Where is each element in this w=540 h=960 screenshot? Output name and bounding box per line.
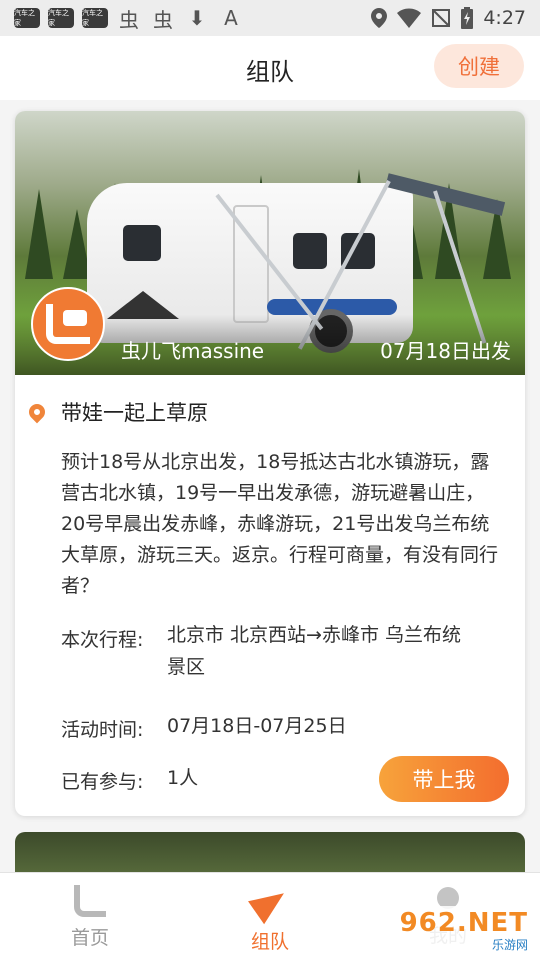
- route-value: 北京市 北京西站→赤峰市 乌兰布统景区: [167, 624, 461, 678]
- download-icon: ⬇: [188, 6, 206, 30]
- route-label: 本次行程:: [61, 629, 144, 651]
- home-icon: [74, 885, 106, 917]
- status-bar: 汽车之家 汽车之家 汽车之家 虫 虫 ⬇ A 4:27: [0, 0, 540, 36]
- wifi-icon: [397, 8, 422, 28]
- app-notification-icon: 汽车之家: [14, 8, 40, 28]
- trip-title-row: 带娃一起上草原: [25, 397, 208, 427]
- top-app-bar: 组队 创建: [0, 36, 540, 100]
- create-button[interactable]: 创建: [434, 44, 524, 88]
- participants-label: 已有参与:: [61, 771, 144, 793]
- tab-home-label: 首页: [70, 927, 109, 949]
- time-value: 07月18日-07月25日: [167, 715, 347, 737]
- avatar[interactable]: [31, 287, 105, 361]
- site-watermark: 962.NET 乐游网: [400, 906, 534, 954]
- depart-date: 07月18日出发: [380, 339, 511, 363]
- location-pin-icon: [25, 400, 49, 424]
- paper-plane-icon: [248, 881, 292, 925]
- user-name: 虫儿飞massine: [121, 339, 265, 363]
- time-row: 活动时间: 07月18日-07月25日: [61, 715, 477, 742]
- trip-title: 带娃一起上草原: [61, 401, 208, 425]
- clock: 4:27: [483, 7, 526, 29]
- watermark-logo: 962.NET: [399, 907, 528, 938]
- app-notification-icon: 汽车之家: [48, 8, 74, 28]
- join-button[interactable]: 带上我: [379, 756, 509, 802]
- tab-team-label: 组队: [250, 931, 289, 953]
- a-icon: A: [224, 6, 238, 30]
- route-row: 本次行程: 北京市 北京西站→赤峰市 乌兰布统景区: [61, 624, 477, 683]
- bug-icon: 虫: [119, 7, 139, 32]
- next-trip-card[interactable]: [15, 832, 525, 872]
- location-icon: [371, 8, 388, 28]
- bug-icon: 虫: [153, 7, 173, 32]
- watermark-sub: 乐游网: [491, 937, 528, 952]
- time-label: 活动时间:: [61, 719, 144, 741]
- no-sim-icon: [432, 9, 451, 27]
- trip-card[interactable]: 虫儿飞massine 07月18日出发 带娃一起上草原 预计18号从北京出发，1…: [15, 111, 525, 816]
- battery-icon: [461, 7, 474, 29]
- tab-team[interactable]: 组队: [210, 873, 330, 960]
- tab-home[interactable]: 首页: [30, 873, 150, 960]
- app-notification-icon: 汽车之家: [82, 8, 108, 28]
- trip-description: 预计18号从北京出发，18号抵达古北水镇游玩，露营古北水镇，19号一早出发承德，…: [61, 451, 499, 597]
- trip-cover-image: 虫儿飞massine 07月18日出发: [15, 111, 525, 375]
